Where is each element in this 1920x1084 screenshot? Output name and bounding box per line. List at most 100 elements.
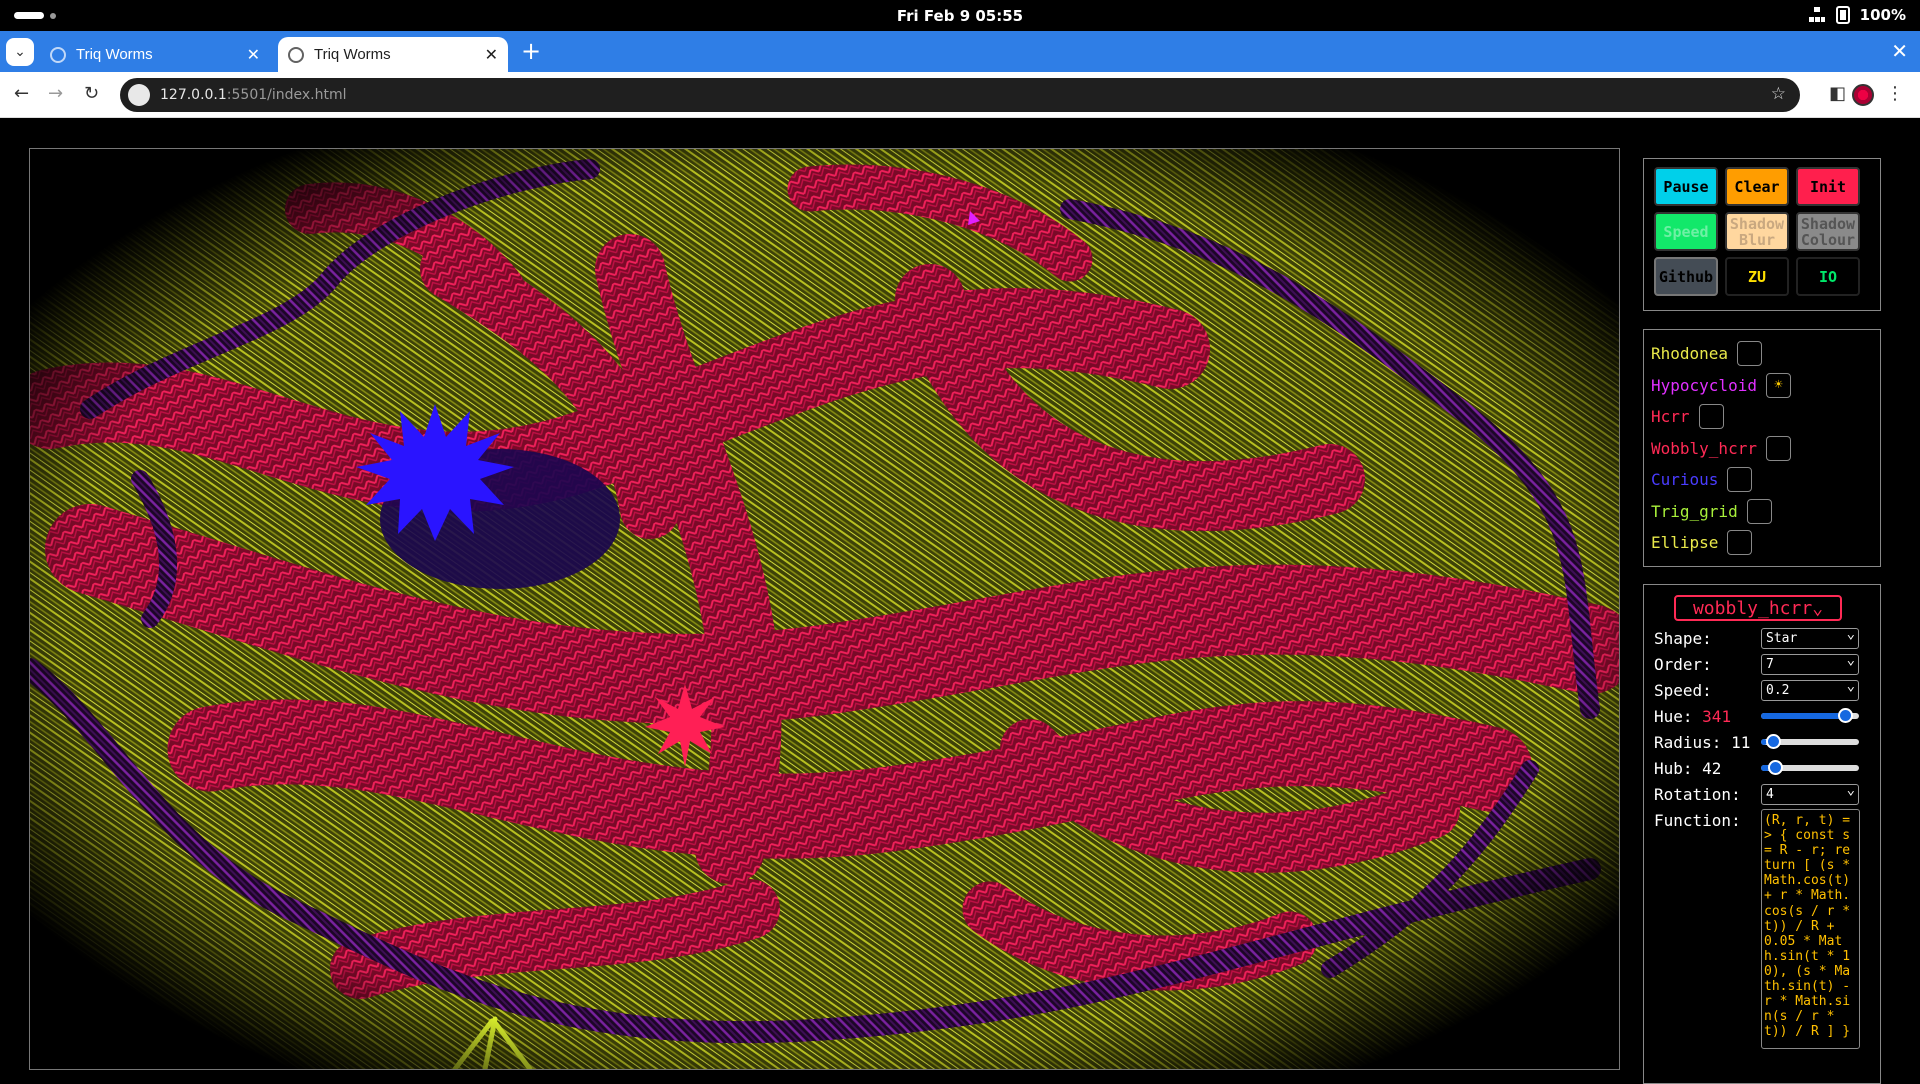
init-button[interactable]: Init <box>1796 167 1860 206</box>
close-icon[interactable]: ✕ <box>485 45 498 65</box>
rotation-select[interactable]: 4 <box>1761 781 1859 805</box>
hub-row: Hub: 42 <box>1654 755 1870 781</box>
site-info-icon[interactable] <box>128 84 150 106</box>
browser-toolbar: ← → ↻ 127.0.0.1:5501/index.html ☆ ◧ ⋮ <box>0 72 1920 118</box>
reload-icon[interactable]: ↻ <box>84 83 99 104</box>
radius-row: Radius: 11 <box>1654 729 1870 755</box>
url-host: 127.0.0.1 <box>160 87 227 103</box>
speed-select[interactable]: 0.2 <box>1761 677 1859 701</box>
curve-item-wobbly-hcrr[interactable]: Wobbly_hcrr <box>1651 433 1873 465</box>
battery-icon <box>1835 6 1850 24</box>
curve-checkbox[interactable] <box>1727 530 1753 556</box>
curve-checkbox[interactable]: ☀ <box>1765 372 1791 398</box>
shape-select[interactable]: Star <box>1761 625 1859 649</box>
speed-label: Speed: <box>1654 681 1712 700</box>
curve-checkbox[interactable] <box>1765 435 1791 461</box>
close-icon[interactable]: ✕ <box>247 45 260 65</box>
curve-label: Trig_grid <box>1651 501 1738 521</box>
tab-title: Triq Worms <box>314 46 391 63</box>
hub-label: Hub: <box>1654 759 1693 778</box>
hue-slider[interactable] <box>1761 708 1859 723</box>
radius-label-group: Radius: 11 <box>1654 733 1750 752</box>
shape-label: Shape: <box>1654 629 1712 648</box>
hub-slider[interactable] <box>1761 760 1859 775</box>
chevron-down-icon: ⌄ <box>14 44 26 60</box>
function-textarea[interactable]: (R, r, t) => { const s = R - r; return [… <box>1761 809 1860 1049</box>
selected-curve-name: wobbly_hcrr <box>1692 597 1813 619</box>
shadow-colour-button[interactable]: Shadow Colour <box>1796 212 1860 251</box>
curve-selector[interactable]: wobbly_hcrr ⌄ <box>1674 595 1842 621</box>
radius-slider[interactable] <box>1761 734 1859 749</box>
tab-strip: ⌄ Triq Worms ✕ Triq Worms ✕ + ✕ <box>0 31 1920 72</box>
curve-item-rhodonea[interactable]: Rhodonea <box>1651 338 1873 370</box>
speed-row: Speed: 0.2 <box>1654 677 1870 703</box>
curve-list-panel: Rhodonea Hypocycloid ☀ Hcrr Wobbly_hcrr … <box>1643 329 1881 567</box>
sun-check-icon: ☀ <box>1774 377 1783 394</box>
tab-title: Triq Worms <box>76 46 153 63</box>
hue-row: Hue: 341 <box>1654 703 1870 729</box>
curve-item-ellipse[interactable]: Ellipse <box>1651 527 1873 559</box>
curve-label: Rhodonea <box>1651 344 1729 364</box>
shadow-blur-button[interactable]: Shadow Blur <box>1725 212 1789 251</box>
back-arrow-icon[interactable]: ← <box>14 83 29 104</box>
pause-button[interactable]: Pause <box>1654 167 1718 206</box>
system-tray[interactable]: 100% <box>1808 6 1906 24</box>
zu-button[interactable]: ZU <box>1725 257 1789 296</box>
curve-label: Curious <box>1651 470 1719 490</box>
hue-label: Hue: <box>1654 707 1693 726</box>
curve-label: Wobbly_hcrr <box>1651 438 1757 458</box>
curve-item-hcrr[interactable]: Hcrr <box>1651 401 1873 433</box>
speed-button[interactable]: Speed <box>1654 212 1718 251</box>
os-top-bar: Fri Feb 9 05:55 100% <box>0 0 1920 31</box>
slider-knob[interactable] <box>1768 760 1784 775</box>
profile-avatar[interactable] <box>1852 84 1874 106</box>
side-panel-icon[interactable]: ◧ <box>1829 83 1846 104</box>
order-select[interactable]: 7 <box>1761 651 1859 675</box>
curve-item-hypocycloid[interactable]: Hypocycloid ☀ <box>1651 370 1873 402</box>
radius-label: Radius: <box>1654 733 1722 752</box>
curve-checkbox[interactable] <box>1746 498 1772 524</box>
curve-item-trig-grid[interactable]: Trig_grid <box>1651 496 1873 528</box>
network-icon <box>1808 6 1826 24</box>
slider-knob[interactable] <box>1838 708 1854 723</box>
curve-checkbox[interactable] <box>1737 341 1763 367</box>
clear-button[interactable]: Clear <box>1725 167 1789 206</box>
battery-level: 100% <box>1859 6 1906 24</box>
tab-search-button[interactable]: ⌄ <box>6 38 34 66</box>
rotation-row: Rotation: 4 <box>1654 781 1870 807</box>
new-tab-button[interactable]: + <box>521 39 541 63</box>
browser-tab[interactable]: Triq Worms ✕ <box>40 37 270 72</box>
rotation-label: Rotation: <box>1654 785 1741 804</box>
hue-label-group: Hue: 341 <box>1654 707 1731 726</box>
slider-knob[interactable] <box>1765 734 1781 749</box>
io-button[interactable]: IO <box>1796 257 1860 296</box>
order-label: Order: <box>1654 655 1712 674</box>
kebab-menu-icon[interactable]: ⋮ <box>1886 83 1904 104</box>
globe-icon <box>50 46 66 63</box>
window-close-button[interactable]: ✕ <box>1891 39 1908 63</box>
worm-artwork <box>30 149 1619 1069</box>
chevron-down-icon: ⌄ <box>1812 597 1824 619</box>
forward-arrow-icon[interactable]: → <box>48 83 63 104</box>
github-button[interactable]: Github <box>1654 257 1718 296</box>
shape-row: Shape: Star <box>1654 625 1870 651</box>
curve-checkbox[interactable] <box>1698 404 1724 430</box>
order-row: Order: 7 <box>1654 651 1870 677</box>
browser-tab-active[interactable]: Triq Worms ✕ <box>278 37 508 72</box>
curve-label: Ellipse <box>1651 533 1719 553</box>
clock[interactable]: Fri Feb 9 05:55 <box>0 7 1920 25</box>
globe-icon <box>288 46 304 63</box>
radius-value: 11 <box>1731 733 1751 752</box>
address-bar[interactable]: 127.0.0.1:5501/index.html ☆ <box>120 78 1800 112</box>
url-path: :5501/index.html <box>226 87 347 103</box>
curve-label: Hypocycloid <box>1651 375 1757 395</box>
curve-checkbox[interactable] <box>1727 467 1753 493</box>
animation-canvas[interactable] <box>29 148 1620 1070</box>
curve-label: Hcrr <box>1651 407 1690 427</box>
function-label: Function: <box>1654 811 1741 830</box>
curve-item-curious[interactable]: Curious <box>1651 464 1873 496</box>
curve-properties-panel: wobbly_hcrr⌄ Shape: Star Order: 7 Speed:… <box>1643 584 1881 1084</box>
bookmark-star-icon[interactable]: ☆ <box>1771 84 1786 104</box>
hub-label-group: Hub: 42 <box>1654 759 1721 778</box>
page-body: Pause Clear Init Speed Shadow Blur Shado… <box>0 118 1920 1084</box>
